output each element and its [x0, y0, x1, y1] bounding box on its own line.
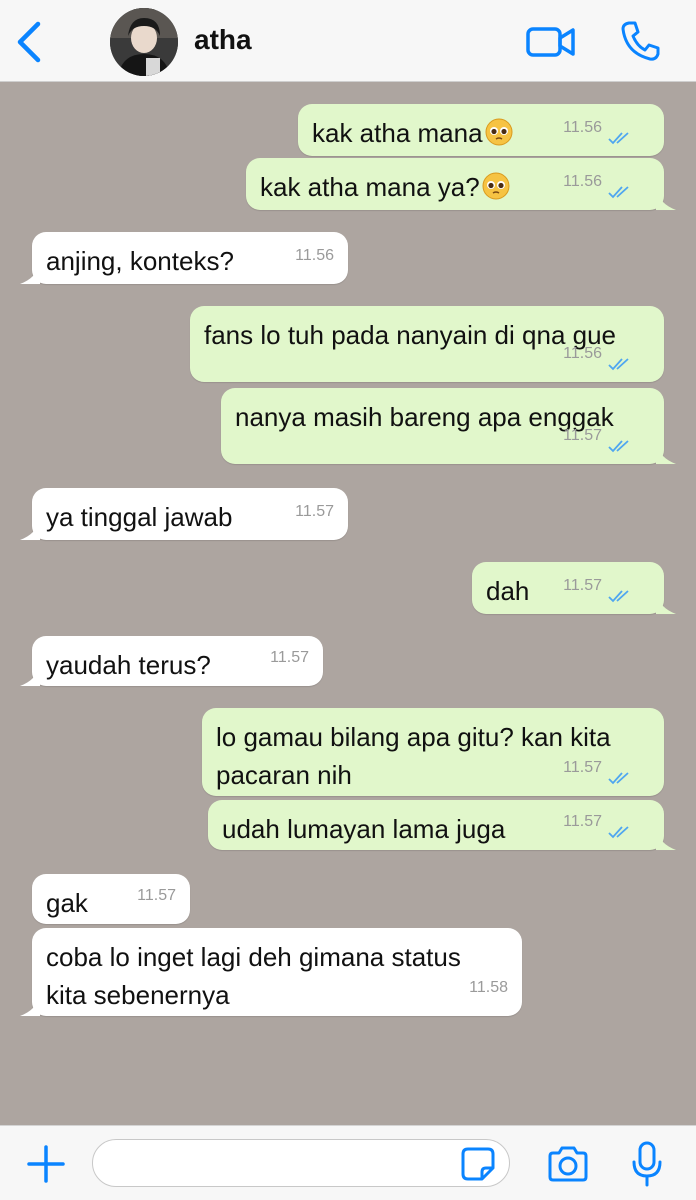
message-text: dah	[486, 576, 530, 606]
bubble-tail	[20, 264, 40, 284]
outgoing-message[interactable]: nanya masih bareng apa enggak 11.57	[221, 388, 676, 464]
pleading-face-icon	[481, 171, 511, 201]
back-button[interactable]	[12, 20, 48, 64]
avatar-photo	[110, 8, 178, 76]
video-camera-icon	[526, 27, 575, 57]
contact-avatar[interactable]	[110, 8, 178, 76]
outgoing-message[interactable]: udah lumayan lama juga 11.57	[208, 800, 676, 850]
chat-header: atha	[0, 0, 696, 82]
read-receipt-icon	[608, 590, 629, 603]
plus-icon	[27, 1145, 65, 1183]
read-receipt-icon	[608, 772, 629, 785]
message-time: 11.57	[563, 813, 602, 830]
incoming-message[interactable]: gak 11.57	[32, 874, 190, 924]
message-text: anjing, konteks?	[46, 246, 234, 276]
outgoing-message[interactable]: fans lo tuh pada nanyain di qna gue 11.5…	[190, 306, 664, 382]
incoming-message[interactable]: coba lo inget lagi deh gimana status kit…	[20, 928, 522, 1016]
message-text: lo gamau bilang apa gitu? kan kita	[216, 722, 611, 752]
contact-name[interactable]: atha	[194, 24, 252, 56]
bubble-tail	[20, 996, 40, 1016]
message-time: 11.57	[137, 887, 176, 904]
message-text: coba lo inget lagi deh gimana status	[46, 942, 461, 972]
message-composer	[0, 1125, 696, 1200]
message-text: kak atha mana ya?	[260, 172, 480, 202]
message-text: fans lo tuh pada nanyain di qna gue	[204, 320, 617, 350]
message-input[interactable]	[92, 1139, 510, 1187]
message-text: kak atha mana	[312, 118, 483, 148]
message-text: kita sebenernya	[46, 980, 230, 1010]
message-text: pacaran nih	[216, 760, 352, 790]
read-receipt-icon	[608, 358, 629, 371]
message-time: 11.57	[563, 427, 602, 444]
sticker-icon	[461, 1147, 495, 1181]
message-time: 11.57	[295, 503, 334, 520]
message-time: 11.56	[563, 345, 602, 362]
incoming-message[interactable]: ya tinggal jawab 11.57	[20, 488, 348, 540]
pleading-face-icon	[484, 117, 514, 147]
chat-area[interactable]: kak atha mana 11.56 kak atha mana ya? 11…	[0, 82, 696, 1125]
message-time: 11.57	[563, 759, 602, 776]
message-time: 11.57	[563, 577, 602, 594]
phone-icon	[621, 21, 660, 61]
outgoing-message[interactable]: lo gamau bilang apa gitu? kan kita pacar…	[202, 708, 664, 796]
voice-call-button[interactable]	[620, 20, 660, 62]
outgoing-message[interactable]: kak atha mana ya? 11.56	[246, 158, 676, 210]
bubble-tail	[20, 666, 40, 686]
message-time: 11.58	[469, 979, 508, 996]
message-text: gak	[46, 888, 88, 918]
microphone-button[interactable]	[630, 1140, 664, 1188]
camera-icon	[548, 1146, 588, 1182]
sticker-button[interactable]	[460, 1146, 496, 1182]
bubble-tail	[656, 594, 676, 614]
outgoing-message[interactable]: kak atha mana 11.56	[298, 104, 664, 156]
message-time: 11.56	[563, 173, 602, 190]
incoming-message[interactable]: anjing, konteks? 11.56	[20, 232, 348, 284]
read-receipt-icon	[608, 186, 629, 199]
incoming-message[interactable]: yaudah terus? 11.57	[20, 636, 323, 686]
attach-button[interactable]	[26, 1144, 66, 1184]
message-text: nanya masih bareng apa enggak	[235, 402, 614, 432]
message-text: udah lumayan lama juga	[222, 814, 506, 844]
outgoing-message[interactable]: dah 11.57	[472, 562, 676, 614]
bubble-tail	[656, 444, 676, 464]
read-receipt-icon	[608, 440, 629, 453]
message-text: ya tinggal jawab	[46, 502, 233, 532]
message-time: 11.56	[563, 119, 602, 136]
read-receipt-icon	[608, 826, 629, 839]
bubble-tail	[656, 830, 676, 850]
message-time: 11.56	[295, 247, 334, 264]
microphone-icon	[632, 1141, 662, 1187]
message-text: yaudah terus?	[46, 650, 211, 680]
chevron-left-icon	[17, 21, 41, 63]
camera-button[interactable]	[546, 1144, 590, 1184]
bubble-tail	[20, 520, 40, 540]
message-time: 11.57	[270, 649, 309, 666]
bubble-tail	[656, 190, 676, 210]
video-call-button[interactable]	[526, 24, 576, 60]
read-receipt-icon	[608, 132, 629, 145]
